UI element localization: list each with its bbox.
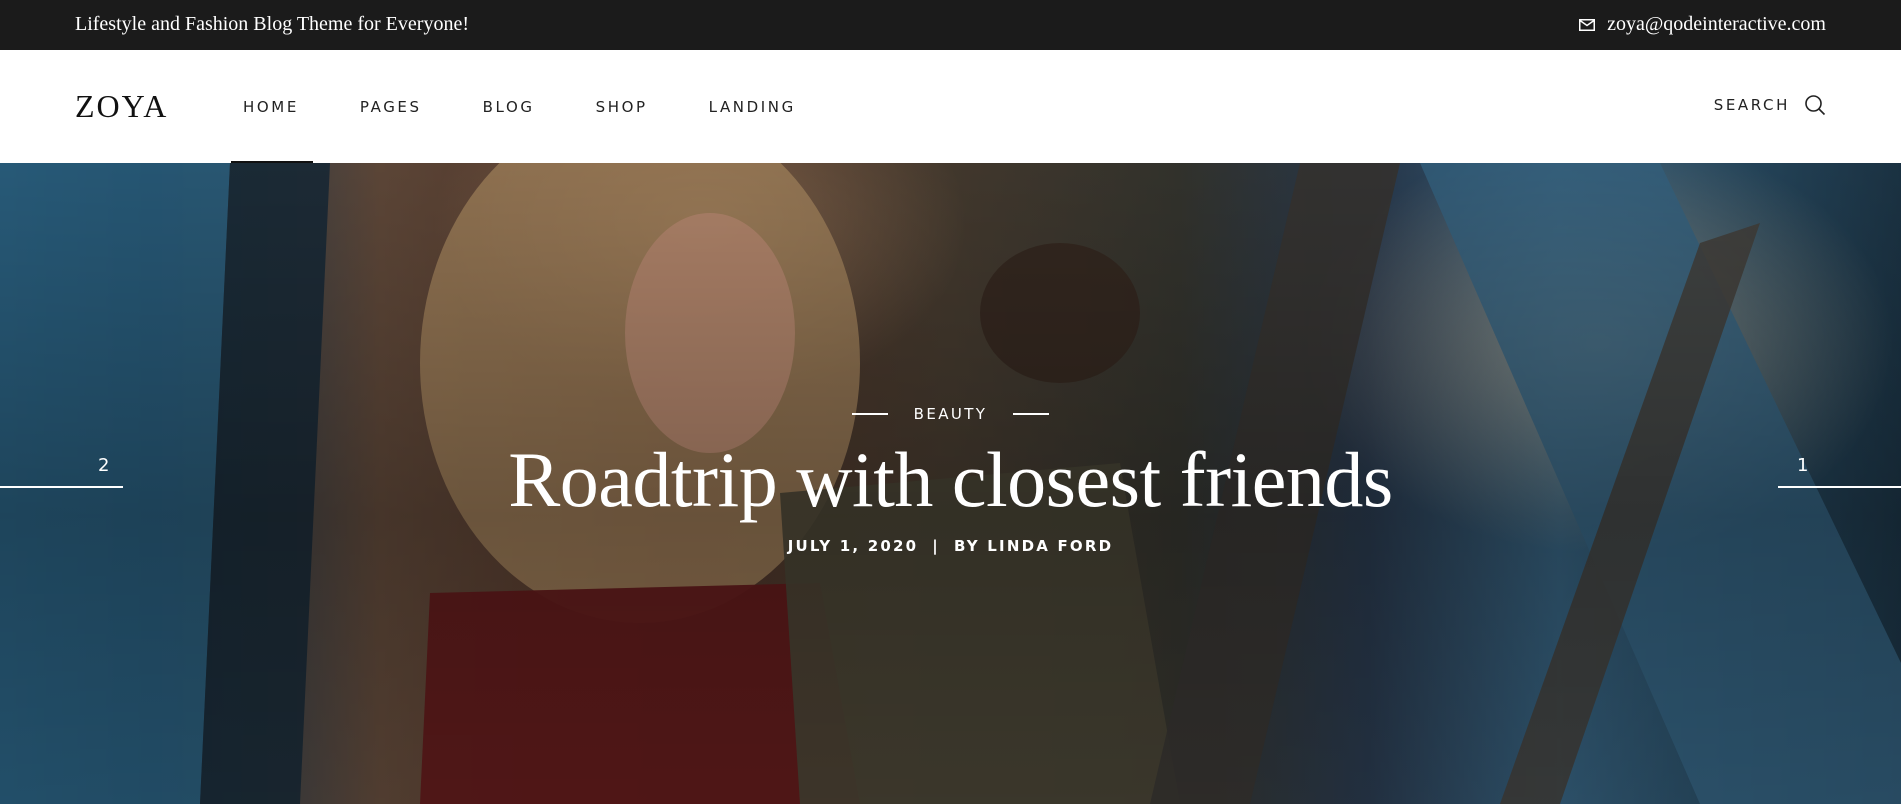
next-slide-number: 1 bbox=[1797, 455, 1809, 476]
hero-content: BEAUTY Roadtrip with closest friends JUL… bbox=[0, 163, 1901, 804]
main-nav: HOME PAGES BLOG SHOP LANDING bbox=[231, 50, 857, 163]
contact-email[interactable]: zoya@qodeinteractive.com bbox=[1607, 13, 1826, 36]
nav-item-pages[interactable]: PAGES bbox=[360, 50, 422, 163]
post-author[interactable]: BY LINDA FORD bbox=[954, 537, 1113, 555]
nav-item-shop[interactable]: SHOP bbox=[596, 50, 648, 163]
prev-slide-button[interactable]: 2 bbox=[0, 455, 125, 495]
site-tagline: Lifestyle and Fashion Blog Theme for Eve… bbox=[75, 13, 469, 35]
prev-slide-number: 2 bbox=[98, 455, 110, 476]
post-title[interactable]: Roadtrip with closest friends bbox=[0, 435, 1901, 525]
hero-slider: BEAUTY Roadtrip with closest friends JUL… bbox=[0, 163, 1901, 804]
category-dash-right bbox=[1013, 413, 1050, 415]
nav-item-landing[interactable]: LANDING bbox=[709, 50, 796, 163]
search-icon bbox=[1805, 95, 1826, 116]
category-dash-left bbox=[851, 413, 888, 415]
category-label[interactable]: BEAUTY bbox=[914, 405, 988, 423]
search-button[interactable]: SEARCH bbox=[1714, 94, 1826, 116]
post-meta: JULY 1, 2020 | BY LINDA FORD bbox=[0, 537, 1901, 555]
nav-item-blog[interactable]: BLOG bbox=[483, 50, 535, 163]
main-header: ZOYA HOME PAGES BLOG SHOP LANDING SEARCH bbox=[0, 50, 1901, 163]
contact-email-link[interactable]: zoya@qodeinteractive.com bbox=[1579, 13, 1826, 36]
meta-separator: | bbox=[932, 537, 940, 555]
prev-slide-line bbox=[0, 486, 123, 488]
top-bar: Lifestyle and Fashion Blog Theme for Eve… bbox=[0, 0, 1901, 50]
mail-icon bbox=[1579, 18, 1596, 31]
nav-item-home[interactable]: HOME bbox=[231, 50, 313, 163]
search-label: SEARCH bbox=[1713, 96, 1790, 114]
post-date[interactable]: JULY 1, 2020 bbox=[788, 537, 919, 555]
next-slide-button[interactable]: 1 bbox=[1776, 455, 1901, 495]
site-logo[interactable]: ZOYA bbox=[75, 88, 168, 125]
post-category[interactable]: BEAUTY bbox=[0, 405, 1901, 423]
next-slide-line bbox=[1778, 486, 1901, 488]
